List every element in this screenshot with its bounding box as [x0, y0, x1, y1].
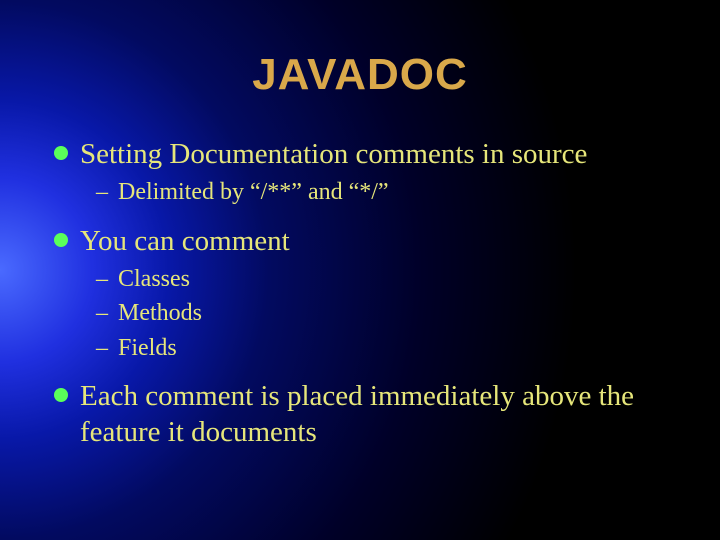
bullet-text: Classes — [118, 263, 190, 295]
slide-content: Setting Documentation comments in source… — [40, 136, 680, 451]
bullet-level2: – Fields — [96, 332, 680, 364]
bullet-level1: Setting Documentation comments in source — [54, 136, 680, 172]
bullet-dash-icon: – — [96, 263, 108, 295]
bullet-group: Each comment is placed immediately above… — [54, 378, 680, 451]
bullet-text: Each comment is placed immediately above… — [80, 378, 680, 451]
bullet-level2: – Classes — [96, 263, 680, 295]
bullet-level1: You can comment — [54, 223, 680, 259]
slide: JAVADOC Setting Documentation comments i… — [0, 0, 720, 540]
bullet-text: You can comment — [80, 223, 290, 259]
bullet-text: Setting Documentation comments in source — [80, 136, 587, 172]
bullet-dash-icon: – — [96, 332, 108, 364]
bullet-level2: – Methods — [96, 297, 680, 329]
bullet-dash-icon: – — [96, 176, 108, 208]
slide-title: JAVADOC — [40, 50, 680, 100]
bullet-text: Delimited by “/**” and “*/” — [118, 176, 389, 208]
bullet-group: You can comment – Classes – Methods – Fi… — [54, 223, 680, 364]
bullet-level1: Each comment is placed immediately above… — [54, 378, 680, 451]
bullet-dot-icon — [54, 388, 68, 402]
bullet-text: Methods — [118, 297, 202, 329]
bullet-dot-icon — [54, 233, 68, 247]
bullet-text: Fields — [118, 332, 177, 364]
bullet-level2: – Delimited by “/**” and “*/” — [96, 176, 680, 208]
bullet-group: Setting Documentation comments in source… — [54, 136, 680, 209]
bullet-dot-icon — [54, 146, 68, 160]
bullet-dash-icon: – — [96, 297, 108, 329]
